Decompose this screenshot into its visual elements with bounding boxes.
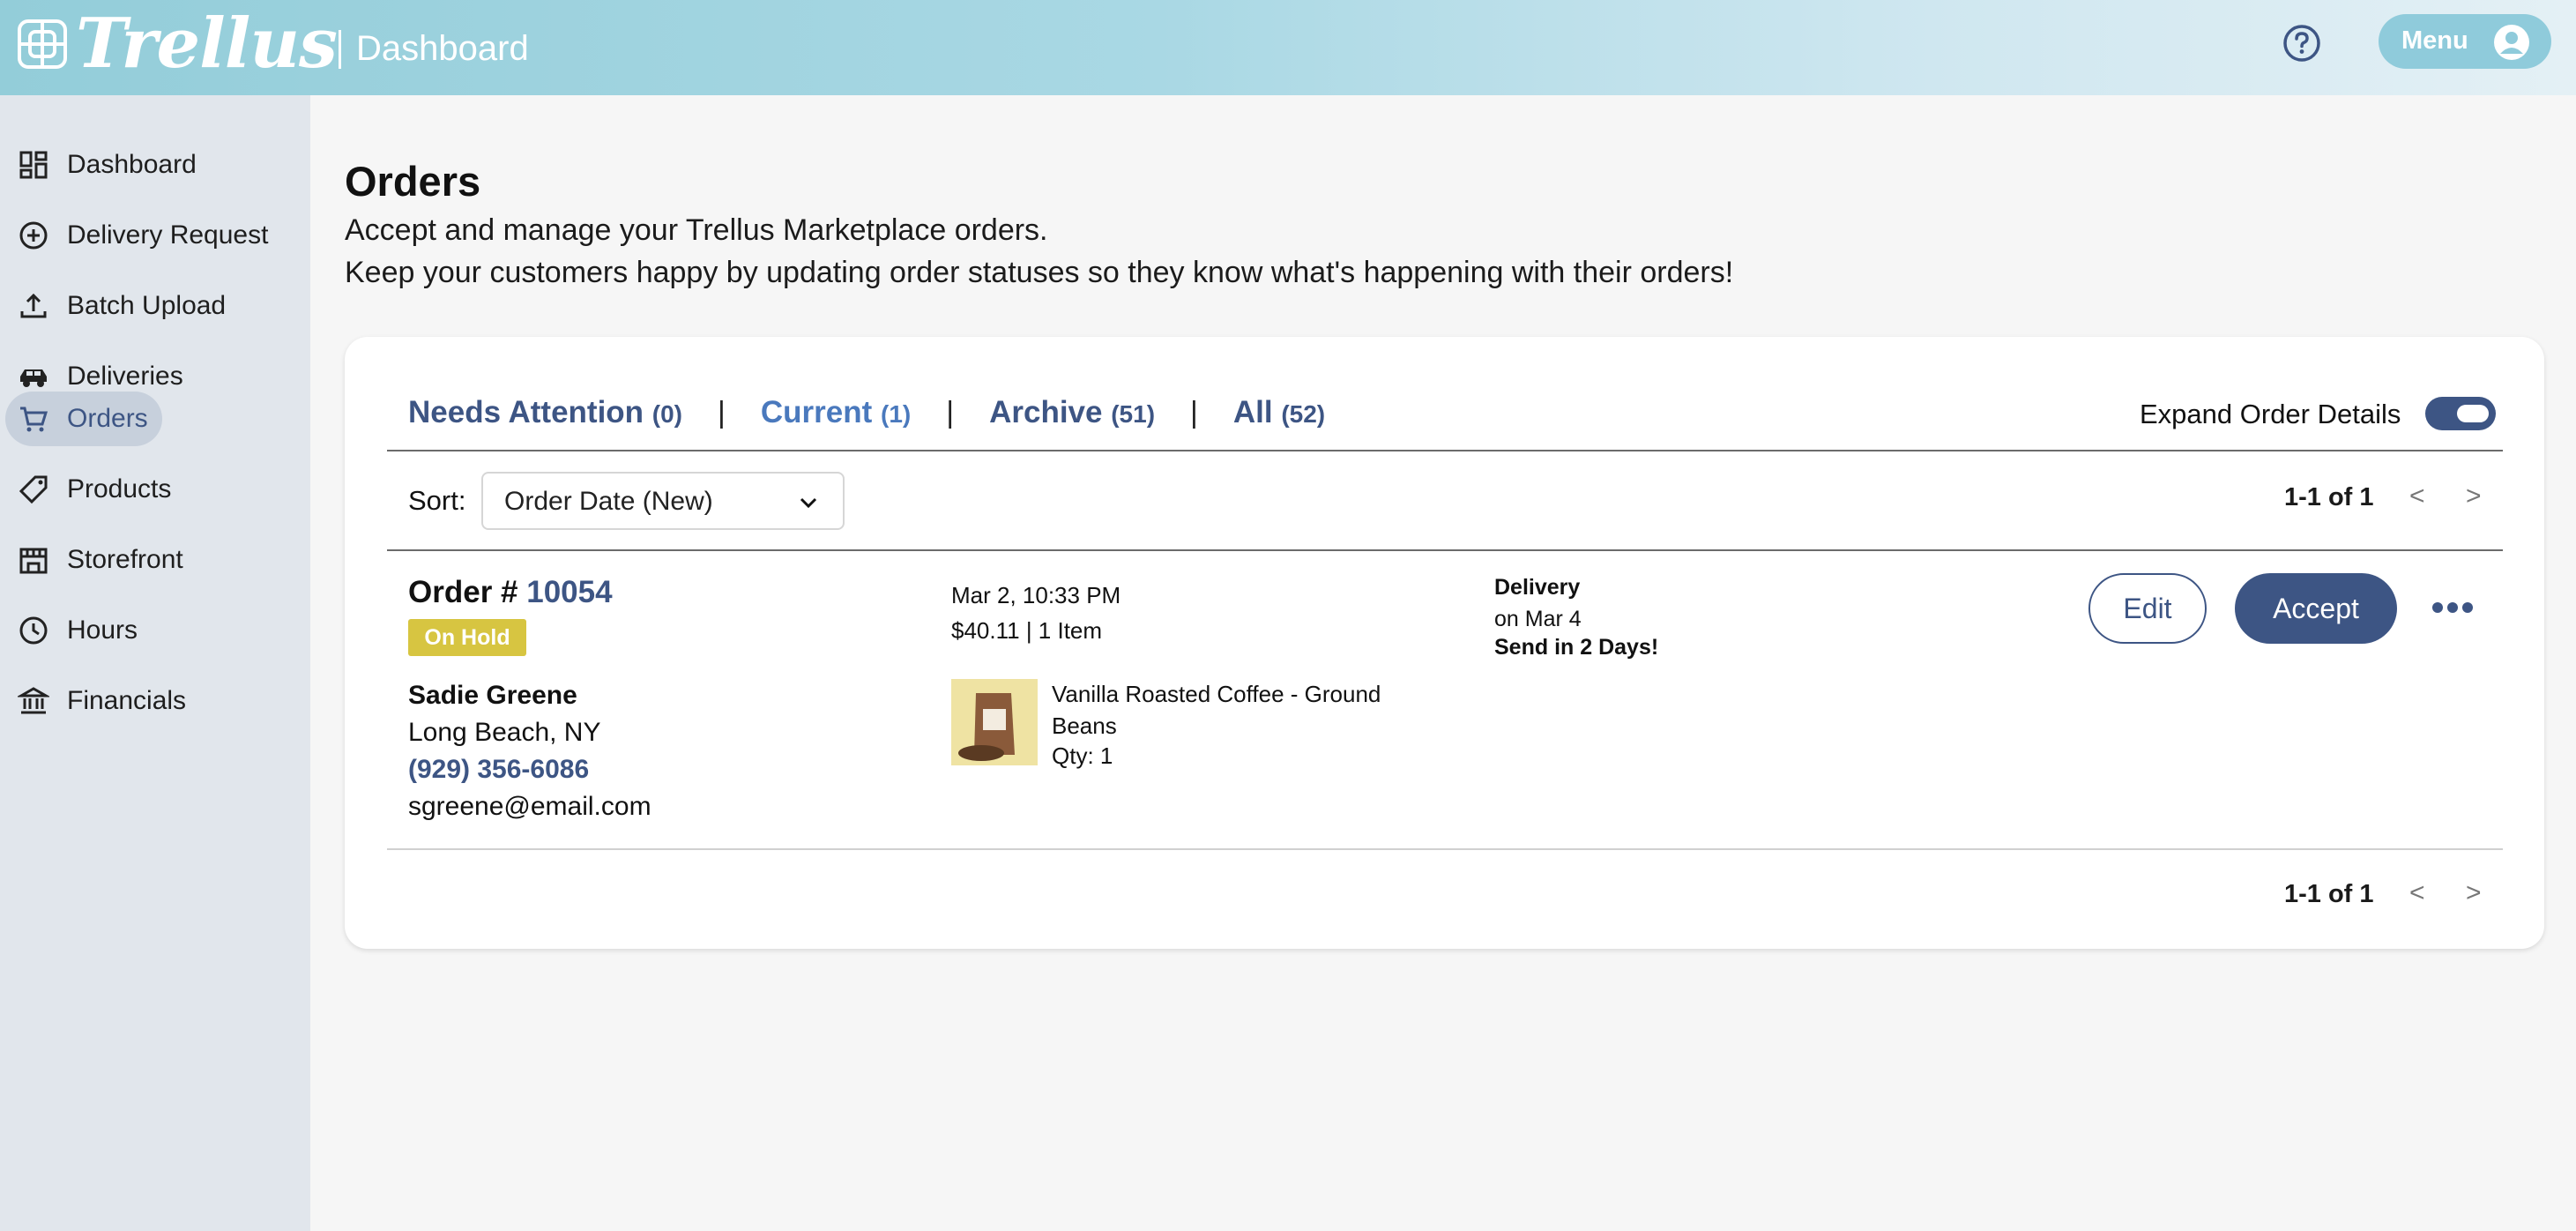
- logo-wordmark[interactable]: Trellus: [76, 4, 338, 84]
- sidebar-item-label: Financials: [67, 686, 187, 715]
- help-icon[interactable]: [2282, 23, 2322, 63]
- sidebar-item-dashboard[interactable]: Dashboard: [5, 138, 197, 192]
- chevron-down-icon: [800, 497, 817, 509]
- grid-icon: [19, 151, 48, 179]
- pagination-range: 1-1 of 1: [2284, 880, 2374, 908]
- tab-separator: |: [1190, 396, 1198, 429]
- sidebar-item-orders[interactable]: Orders: [5, 392, 162, 446]
- order-date: Mar 2, 10:33 PM: [951, 582, 1121, 608]
- tab-archive[interactable]: Archive (51): [989, 395, 1155, 430]
- divider: [387, 848, 2503, 850]
- customer-phone-link[interactable]: (929) 356-6086: [408, 755, 589, 785]
- tab-needs-attention[interactable]: Needs Attention (0): [408, 395, 682, 430]
- sidebar-item-label: Storefront: [67, 545, 183, 574]
- sidebar-item-label: Hours: [67, 616, 138, 645]
- tab-label: Needs Attention: [408, 395, 644, 429]
- tab-separator: |: [718, 396, 726, 429]
- sort-select[interactable]: Order Date (New): [481, 472, 845, 530]
- pagination-prev-button[interactable]: <: [2409, 481, 2425, 511]
- sidebar-item-financials[interactable]: Financials: [5, 674, 186, 728]
- status-badge: On Hold: [408, 619, 526, 656]
- plus-circle-icon: [19, 221, 48, 250]
- store-icon: [19, 548, 48, 574]
- tab-label: All: [1232, 395, 1273, 429]
- page-subtitle: Keep your customers happy by updating or…: [345, 256, 1734, 289]
- tab-separator: |: [946, 396, 955, 429]
- pagination-prev-button[interactable]: <: [2409, 878, 2425, 908]
- tab-count: (0): [651, 400, 683, 428]
- tag-icon: [19, 475, 48, 504]
- order-summary: $40.11 | 1 Item: [951, 617, 1103, 644]
- divider: [387, 450, 2503, 451]
- orders-card: Needs Attention (0) | Current (1) | Arch…: [345, 337, 2544, 949]
- upload-icon: [20, 293, 47, 318]
- order-number-link[interactable]: 10054: [526, 575, 612, 609]
- sidebar-item-delivery-request[interactable]: Delivery Request: [5, 208, 268, 263]
- pagination-next-button[interactable]: >: [2466, 481, 2482, 511]
- expand-order-details-toggle[interactable]: [2425, 397, 2496, 430]
- menu-button[interactable]: Menu: [2379, 14, 2551, 69]
- page-title: Orders: [345, 158, 481, 205]
- tab-current[interactable]: Current (1): [761, 395, 911, 430]
- user-avatar-icon: [2494, 25, 2529, 60]
- order-title-prefix: Order #: [408, 575, 518, 609]
- sidebar-item-products[interactable]: Products: [5, 462, 171, 517]
- sidebar-item-label: Delivery Request: [67, 220, 269, 250]
- sidebar-item-label: Batch Upload: [67, 291, 227, 320]
- divider: [387, 549, 2503, 551]
- customer-location: Long Beach, NY: [408, 718, 601, 747]
- sidebar-item-label: Products: [67, 474, 172, 504]
- car-icon: [20, 369, 47, 387]
- header-section-title: Dashboard: [356, 29, 529, 68]
- page-subtitle: Accept and manage your Trellus Marketpla…: [345, 213, 1048, 247]
- delivery-note: Send in 2 Days!: [1494, 635, 1659, 660]
- order-title: Order # 10054: [408, 575, 613, 610]
- menu-label: Menu: [2401, 26, 2468, 55]
- header-divider: [339, 30, 341, 69]
- sidebar-item-batch-upload[interactable]: Batch Upload: [5, 279, 226, 333]
- tab-count: (1): [881, 400, 912, 428]
- accept-button[interactable]: Accept: [2235, 573, 2397, 644]
- app-header: Trellus Dashboard Menu: [0, 0, 2576, 95]
- sidebar-item-storefront[interactable]: Storefront: [5, 533, 183, 587]
- toggle-knob: [2457, 405, 2489, 422]
- customer-name: Sadie Greene: [408, 681, 577, 710]
- clock-icon: [19, 616, 48, 645]
- sidebar-item-label: Deliveries: [67, 362, 183, 391]
- product-image: [951, 679, 1038, 765]
- cart-icon: [20, 407, 48, 432]
- ellipsis-icon[interactable]: [2431, 594, 2475, 621]
- expand-order-details-label: Expand Order Details: [2140, 399, 2401, 429]
- delivery-date: on Mar 4: [1494, 607, 1582, 631]
- product-name: Vanilla Roasted Coffee - Ground Beans: [1052, 681, 1381, 739]
- sort-value: Order Date (New): [504, 487, 713, 516]
- delivery-type: Delivery: [1494, 575, 1581, 600]
- sidebar-item-label: Orders: [67, 404, 148, 433]
- order-tabs: Needs Attention (0) | Current (1) | Arch…: [408, 395, 1325, 430]
- product-qty: Qty: 1: [1052, 742, 1113, 769]
- pagination-range: 1-1 of 1: [2284, 483, 2374, 511]
- sidebar-item-label: Dashboard: [67, 150, 197, 179]
- sidebar: Dashboard Delivery Request Batch Upload …: [0, 95, 310, 1231]
- tab-count: (51): [1111, 400, 1156, 428]
- sort-label: Sort:: [408, 485, 466, 516]
- sidebar-item-hours[interactable]: Hours: [5, 603, 138, 658]
- tab-count: (52): [1281, 400, 1326, 428]
- pagination-next-button[interactable]: >: [2466, 878, 2482, 908]
- tab-label: Archive: [989, 395, 1103, 429]
- customer-email: sgreene@email.com: [408, 792, 651, 821]
- tab-label: Current: [760, 395, 873, 429]
- trellus-logo-icon[interactable]: [16, 18, 69, 71]
- tab-all[interactable]: All (52): [1233, 395, 1325, 430]
- bank-icon: [18, 687, 49, 714]
- edit-button[interactable]: Edit: [2088, 573, 2207, 644]
